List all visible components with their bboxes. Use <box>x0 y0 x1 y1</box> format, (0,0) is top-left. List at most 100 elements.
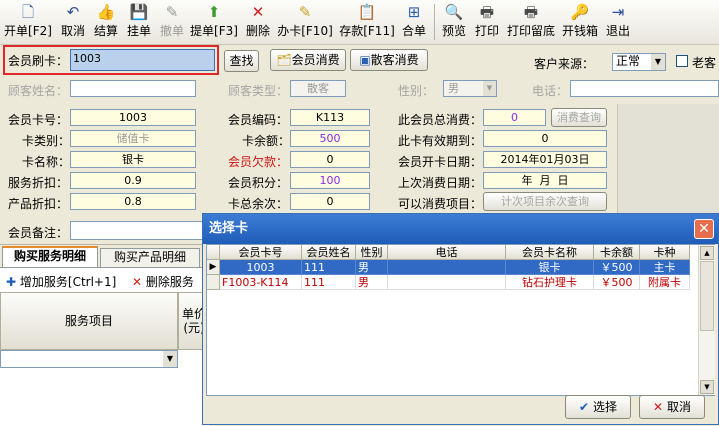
magnifier-icon: 🔍 <box>444 3 464 21</box>
chevron-up-icon[interactable]: ▲ <box>700 246 714 260</box>
dialog-title: 选择卡 <box>203 214 718 244</box>
col-balance: 卡余额 <box>594 245 640 260</box>
remark-input[interactable] <box>70 221 204 240</box>
item-times-query-button[interactable]: 计次项目余次查询 <box>483 192 607 211</box>
checkout-button[interactable]: 👍 结算 <box>91 2 121 42</box>
retrieve-order-button[interactable]: ⬆ 提单[F3] <box>189 2 239 42</box>
guest-consume-button[interactable]: ▣散客消费 <box>350 49 428 71</box>
service-discount-field: 0.9 <box>70 172 196 189</box>
exit-button[interactable]: ⇥ 退出 <box>603 2 633 42</box>
cancel-button[interactable]: ✕ 取消 <box>639 395 705 419</box>
col-card-no: 会员卡号 <box>220 245 302 260</box>
select-button[interactable]: ✔ 选择 <box>565 395 631 419</box>
guest-type-field[interactable]: 散客 <box>290 80 346 97</box>
debt-field: 0 <box>290 151 370 168</box>
old-customer-checkbox[interactable] <box>676 55 688 67</box>
chevron-down-icon: ▼ <box>483 81 496 96</box>
vertical-scrollbar[interactable]: ▲ ▼ <box>698 245 715 395</box>
hold-order-button[interactable]: 💾 挂单 <box>124 2 154 42</box>
new-document-icon: 🗋 <box>21 3 35 21</box>
remark-label: 会员备注： <box>8 226 69 240</box>
card-type-label: 卡类别： <box>22 134 71 148</box>
print-copy-button[interactable]: 🖶 打印留底 <box>505 2 557 42</box>
select-card-dialog: 选择卡 ✕ 会员卡号 会员姓名 性别 电话 会员卡名称 卡余额 卡种 ▶ 100… <box>202 213 719 425</box>
key-icon: 🔑 <box>570 3 590 21</box>
product-discount-field: 0.8 <box>70 193 196 210</box>
chevron-down-icon: ▼ <box>163 351 177 367</box>
cancel-order-button[interactable]: ↶ 取消 <box>58 2 88 42</box>
issue-card-button[interactable]: ✎ 办卡[F10] <box>276 2 334 42</box>
plus-icon: ✚ <box>6 275 17 289</box>
deposit-button[interactable]: 📋 存款[F11] <box>338 2 396 42</box>
checkmark-icon: ✔ <box>579 400 590 414</box>
edit-icon: ✎ <box>165 3 179 21</box>
points-label: 会员积分： <box>228 176 289 190</box>
col-service-item: 服务项目 <box>0 292 178 350</box>
member-code-label: 会员编码： <box>228 113 289 127</box>
merge-order-button[interactable]: ⊞ 合单 <box>399 2 429 42</box>
guest-name-label: 顾客姓名： <box>8 84 69 98</box>
find-button[interactable]: 查找 <box>224 50 259 72</box>
tab-product-details[interactable]: 购买产品明细 <box>100 248 200 267</box>
phone-input[interactable] <box>570 80 719 97</box>
row-header <box>207 275 220 290</box>
delete-icon: ✕ <box>251 3 265 21</box>
balance-field: 500 <box>290 130 370 147</box>
member-card-input[interactable]: 1003 <box>70 49 215 71</box>
service-item-select[interactable]: ▼ <box>0 350 178 368</box>
delete-service-button[interactable]: ✕ 删除服务 <box>132 273 194 290</box>
toolbar-divider <box>434 4 435 40</box>
add-service-button[interactable]: ✚ 增加服务[Ctrl+1] <box>6 273 116 290</box>
gender-label: 性别： <box>398 84 435 98</box>
close-icon[interactable]: ✕ <box>694 219 714 239</box>
phone-label: 电话： <box>532 84 569 98</box>
member-card-icon: 🗂 <box>276 53 292 67</box>
print-button[interactable]: 🖶 打印 <box>472 2 502 42</box>
card-no-field: 1003 <box>70 109 196 126</box>
close-icon: ✕ <box>132 275 143 289</box>
card-type-field: 储值卡 <box>70 130 196 147</box>
consume-query-button[interactable]: 消费查询 <box>551 108 607 127</box>
clipboard-icon: 📋 <box>357 3 377 21</box>
valid-until-label: 此卡有效期到： <box>398 134 483 148</box>
member-card-label: 会员刷卡： <box>8 54 69 68</box>
row-pointer-icon: ▶ <box>207 260 220 275</box>
pencil-icon: ✎ <box>298 3 312 21</box>
printer-icon: 🖶 <box>479 3 495 21</box>
chevron-down-icon[interactable]: ▼ <box>700 380 714 394</box>
scrollbar-thumb[interactable] <box>700 261 714 331</box>
tab-divider <box>0 244 210 245</box>
old-customer-label: 老客 <box>692 56 717 70</box>
debt-label: 会员欠款： <box>228 155 289 169</box>
last-date-label: 上次消费日期： <box>398 176 483 190</box>
close-icon: ✕ <box>653 400 664 414</box>
consumable-items-label: 可以消费项目： <box>398 197 483 211</box>
guest-card-icon: ▣ <box>359 53 371 67</box>
product-discount-label: 产品折扣： <box>8 197 69 211</box>
preview-button[interactable]: 🔍 预览 <box>439 2 469 42</box>
open-cash-drawer-button[interactable]: 🔑 开钱箱 <box>560 2 600 42</box>
withdraw-order-button[interactable]: ✎ 撤单 <box>157 2 187 42</box>
member-consume-button[interactable]: 🗂会员消费 <box>270 49 346 71</box>
photo-panel <box>617 104 719 216</box>
gender-select[interactable]: 男 ▼ <box>443 80 497 97</box>
card-name-label: 卡名称： <box>22 155 71 169</box>
col-member-name: 会员姓名 <box>302 245 356 260</box>
remaining-times-field: 0 <box>290 193 370 210</box>
grid-corner <box>207 245 220 260</box>
col-card-kind: 卡种 <box>640 245 690 260</box>
customer-source-label: 客户来源： <box>534 57 595 71</box>
customer-source-select[interactable]: 正常 ▼ <box>612 53 666 71</box>
new-order-button[interactable]: 🗋 开单[F2] <box>2 2 54 42</box>
delete-button[interactable]: ✕ 删除 <box>243 2 273 42</box>
guest-type-label: 顾客类型： <box>228 84 289 98</box>
save-icon: 💾 <box>129 3 149 21</box>
toolbar: 🗋 开单[F2] ↶ 取消 👍 结算 💾 挂单 ✎ 撤单 ⬆ 提单[F3] ✕ 删除 ✎ 办卡[… <box>0 0 719 45</box>
card-name-field: 银卡 <box>70 151 196 168</box>
printer-icon: 🖶 <box>523 3 539 21</box>
exit-icon: ⇥ <box>611 3 625 21</box>
tab-service-details[interactable]: 购买服务明细 <box>2 246 98 267</box>
guest-name-input[interactable] <box>70 80 196 97</box>
valid-until-field: 0 <box>483 130 607 147</box>
open-date-label: 会员开卡日期： <box>398 155 483 169</box>
